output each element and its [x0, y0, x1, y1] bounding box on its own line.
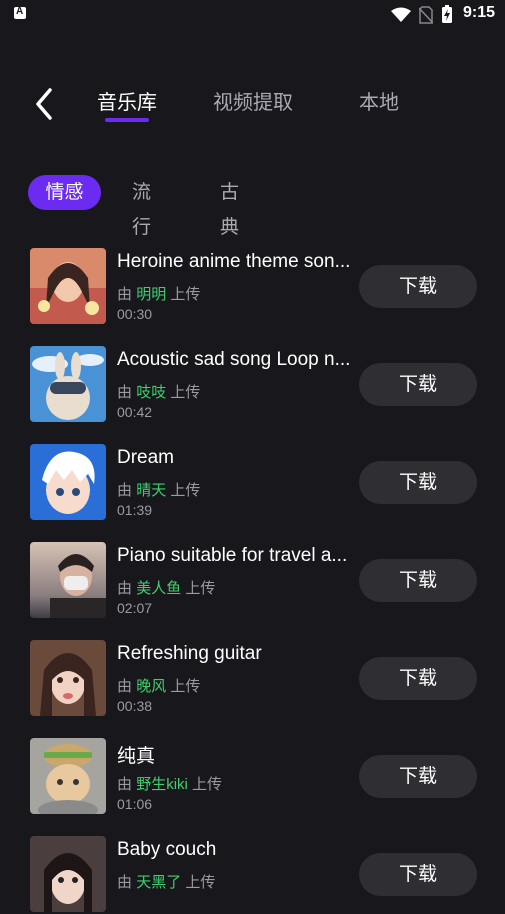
- top-tabs: 音乐库 视频提取 本地: [0, 86, 505, 126]
- chip-classical[interactable]: 古典: [220, 175, 239, 238]
- wifi-icon: [391, 7, 411, 22]
- song-duration: 00:42: [117, 404, 153, 420]
- chip-emotion[interactable]: 情感: [28, 175, 101, 210]
- uploader-name[interactable]: 美人鱼: [136, 580, 181, 597]
- uploader-name[interactable]: 天黑了: [136, 874, 181, 891]
- cover-image: [30, 640, 106, 716]
- list-item[interactable]: Piano suitable for travel a... 由 美人鱼 上传 …: [0, 540, 505, 620]
- status-time: 9:15: [462, 4, 495, 21]
- download-button[interactable]: 下载: [359, 853, 477, 896]
- uploader-name[interactable]: 晚风: [136, 678, 166, 695]
- song-duration: 00:30: [117, 306, 153, 322]
- song-title: 纯真: [117, 746, 156, 767]
- uploader-line: 由 晴天 上传: [117, 482, 201, 499]
- song-title: Dream: [117, 447, 175, 468]
- list-item[interactable]: 纯真 由 野生kiki 上传 01:06 下载: [0, 736, 505, 816]
- uploader-line: 由 吱吱 上传: [117, 384, 201, 401]
- uploader-line: 由 天黑了 上传: [117, 874, 216, 891]
- uploader-line: 由 晚风 上传: [117, 678, 201, 695]
- song-title: Baby couch: [117, 839, 217, 860]
- tab-video-extract[interactable]: 视频提取: [213, 86, 293, 115]
- download-button[interactable]: 下载: [359, 461, 477, 504]
- song-duration: 01:39: [117, 502, 153, 518]
- no-sim-icon: [419, 5, 433, 24]
- uploader-name[interactable]: 吱吱: [136, 384, 166, 401]
- chip-pop[interactable]: 流行: [132, 175, 151, 238]
- cover-image: [30, 738, 106, 814]
- song-duration: 00:38: [117, 698, 153, 714]
- song-title: Acoustic sad song Loop n...: [117, 349, 351, 370]
- uploader-name[interactable]: 明明: [136, 286, 166, 303]
- status-icons: [391, 5, 453, 24]
- download-button[interactable]: 下载: [359, 657, 477, 700]
- uploader-line: 由 美人鱼 上传: [117, 580, 216, 597]
- app-notification-icon: [14, 6, 26, 19]
- active-tab-indicator: [105, 118, 149, 122]
- cover-image: [30, 542, 106, 618]
- uploader-line: 由 明明 上传: [117, 286, 201, 303]
- song-duration: 02:07: [117, 600, 153, 616]
- download-button[interactable]: 下载: [359, 559, 477, 602]
- uploader-line: 由 野生kiki 上传: [117, 776, 223, 793]
- song-title: Refreshing guitar: [117, 643, 262, 664]
- song-title: Piano suitable for travel a...: [117, 545, 348, 566]
- tab-music-library[interactable]: 音乐库: [97, 86, 157, 115]
- list-item[interactable]: Dream 由 晴天 上传 01:39 下载: [0, 442, 505, 522]
- list-item[interactable]: Baby couch 由 天黑了 上传 下载: [0, 834, 505, 914]
- cover-image: [30, 248, 106, 324]
- cover-image: [30, 836, 106, 912]
- tab-local[interactable]: 本地: [359, 86, 399, 115]
- cover-image: [30, 444, 106, 520]
- list-item[interactable]: Refreshing guitar 由 晚风 上传 00:38 下载: [0, 638, 505, 718]
- download-button[interactable]: 下载: [359, 755, 477, 798]
- cover-image: [30, 346, 106, 422]
- status-bar: 9:15: [0, 0, 505, 28]
- uploader-name[interactable]: 野生kiki: [136, 776, 188, 793]
- song-duration: 01:06: [117, 796, 153, 812]
- list-item[interactable]: Heroine anime theme son... 由 明明 上传 00:30…: [0, 246, 505, 326]
- battery-charging-icon: [442, 5, 452, 23]
- download-button[interactable]: 下载: [359, 363, 477, 406]
- download-button[interactable]: 下载: [359, 265, 477, 308]
- uploader-name[interactable]: 晴天: [136, 482, 166, 499]
- list-item[interactable]: Acoustic sad song Loop n... 由 吱吱 上传 00:4…: [0, 344, 505, 424]
- song-title: Heroine anime theme son...: [117, 251, 351, 272]
